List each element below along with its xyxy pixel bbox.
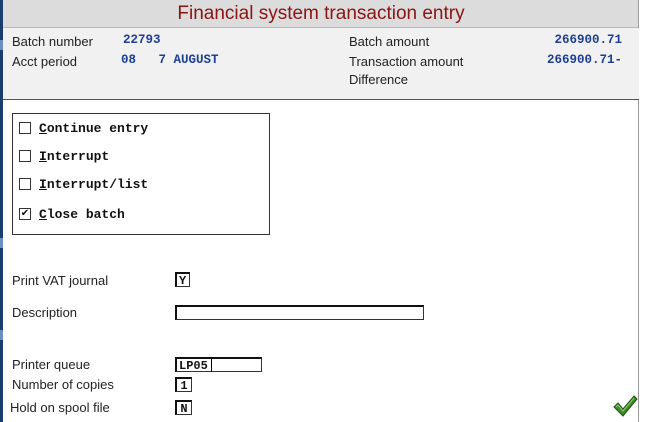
transaction-amount-value: 266900.71- bbox=[546, 53, 622, 67]
description-label: Description bbox=[12, 305, 78, 320]
continue-entry-checkbox[interactable] bbox=[19, 122, 31, 134]
print-vat-field[interactable]: Y bbox=[175, 272, 190, 288]
close-batch-checkbox[interactable]: ✔ bbox=[19, 208, 31, 220]
batch-number-value: 22793 bbox=[123, 33, 161, 47]
description-field[interactable] bbox=[175, 305, 424, 320]
transaction-amount-label: Transaction amount bbox=[349, 54, 464, 69]
window-right-edge bbox=[638, 0, 645, 422]
option-interrupt[interactable]: Interrupt bbox=[19, 146, 109, 166]
checkmark-icon bbox=[613, 395, 638, 417]
checkmark-icon: ✔ bbox=[20, 208, 30, 219]
scroll-marker bbox=[0, 238, 3, 248]
batch-amount-value: 266900.71 bbox=[554, 33, 622, 47]
printer-queue-field[interactable]: LP05 bbox=[175, 357, 262, 373]
acct-period-label: Acct period bbox=[12, 54, 78, 69]
title-bar: Financial system transaction entry bbox=[3, 0, 639, 28]
interrupt-list-label: Interrupt/list bbox=[39, 176, 149, 192]
text-cursor bbox=[211, 359, 212, 372]
interrupt-list-checkbox[interactable] bbox=[19, 178, 31, 190]
batch-number-label: Batch number bbox=[12, 34, 93, 49]
batch-amount-label: Batch amount bbox=[349, 34, 430, 49]
hold-spool-field[interactable]: N bbox=[175, 400, 192, 416]
hold-spool-label: Hold on spool file bbox=[10, 400, 110, 415]
option-continue-entry[interactable]: Continue entry bbox=[19, 118, 148, 138]
print-vat-label: Print VAT journal bbox=[12, 273, 109, 288]
ok-button[interactable] bbox=[612, 393, 638, 419]
copies-field[interactable]: 1 bbox=[175, 377, 192, 393]
batch-header: Batch number 22793 Acct period 08 7 AUGU… bbox=[3, 28, 639, 100]
exit-options-group: Continue entry Interrupt Interrupt/list … bbox=[12, 113, 270, 235]
acct-period-value: 08 7 AUGUST bbox=[121, 53, 219, 67]
option-close-batch[interactable]: ✔ Close batch bbox=[19, 204, 125, 224]
interrupt-label: Interrupt bbox=[39, 148, 110, 164]
close-batch-label: Close batch bbox=[39, 206, 125, 222]
printer-queue-label: Printer queue bbox=[12, 357, 91, 372]
window-title: Financial system transaction entry bbox=[177, 3, 465, 24]
interrupt-checkbox[interactable] bbox=[19, 150, 31, 162]
printer-queue-value: LP05 bbox=[179, 359, 208, 373]
option-interrupt-list[interactable]: Interrupt/list bbox=[19, 174, 148, 194]
continue-entry-label: Continue entry bbox=[39, 120, 149, 136]
difference-label: Difference bbox=[349, 72, 409, 87]
copies-label: Number of copies bbox=[12, 377, 114, 392]
scroll-marker bbox=[0, 330, 3, 340]
